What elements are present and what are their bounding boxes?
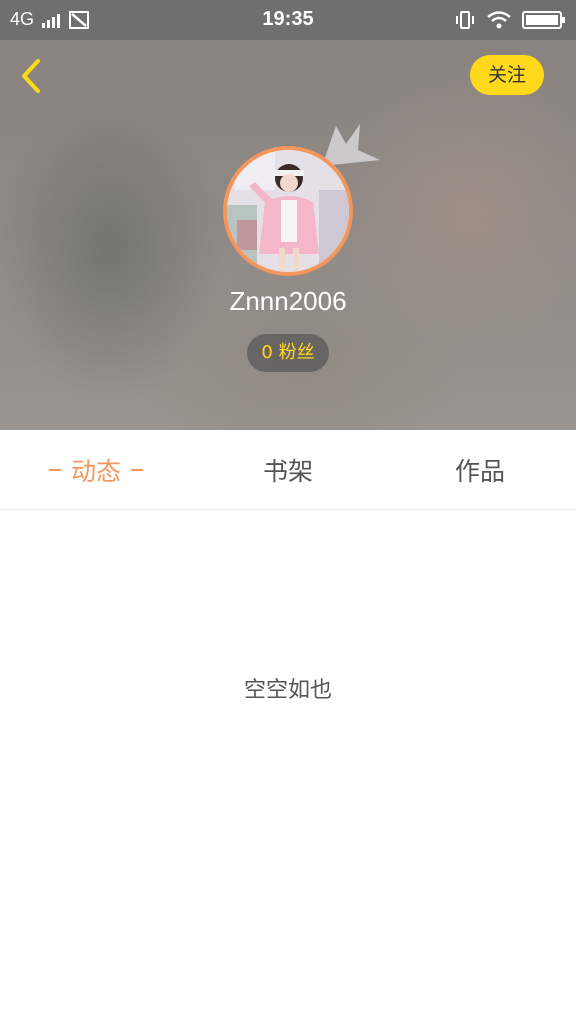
avatar-photo [227,150,349,272]
profile-tabs: 动态 书架 作品 [0,430,576,510]
back-button[interactable] [12,56,52,96]
username: Znnn2006 [229,286,347,316]
status-bar-right [454,10,565,30]
chevron-left-icon [22,59,40,93]
tab-bookshelf[interactable]: 书架 [192,430,384,509]
active-tab-dash-right [131,468,143,471]
follow-button[interactable]: 关注 [470,55,544,95]
active-tab-dash-left [48,468,61,471]
fans-label: 粉丝 [278,342,315,363]
status-bar: 4G 19:35 [0,0,576,40]
tab-works[interactable]: 作品 [384,430,576,509]
fans-count-badge[interactable]: 0 粉丝 [247,334,329,372]
avatar[interactable] [223,146,353,276]
battery-icon [522,11,565,29]
fans-count: 0 [261,342,273,363]
wifi-icon [487,11,511,29]
battery-level [526,15,558,25]
vibrate-icon [456,11,474,29]
tab-activity-label: 动态 [70,456,121,486]
profile-header: 关注 Znnn2006 0 粉丝 [0,40,576,430]
tab-bookshelf-label: 书架 [262,456,313,486]
tab-works-label: 作品 [454,456,505,486]
empty-state-text: 空空如也 [243,678,332,703]
tab-activity[interactable]: 动态 [0,430,192,509]
